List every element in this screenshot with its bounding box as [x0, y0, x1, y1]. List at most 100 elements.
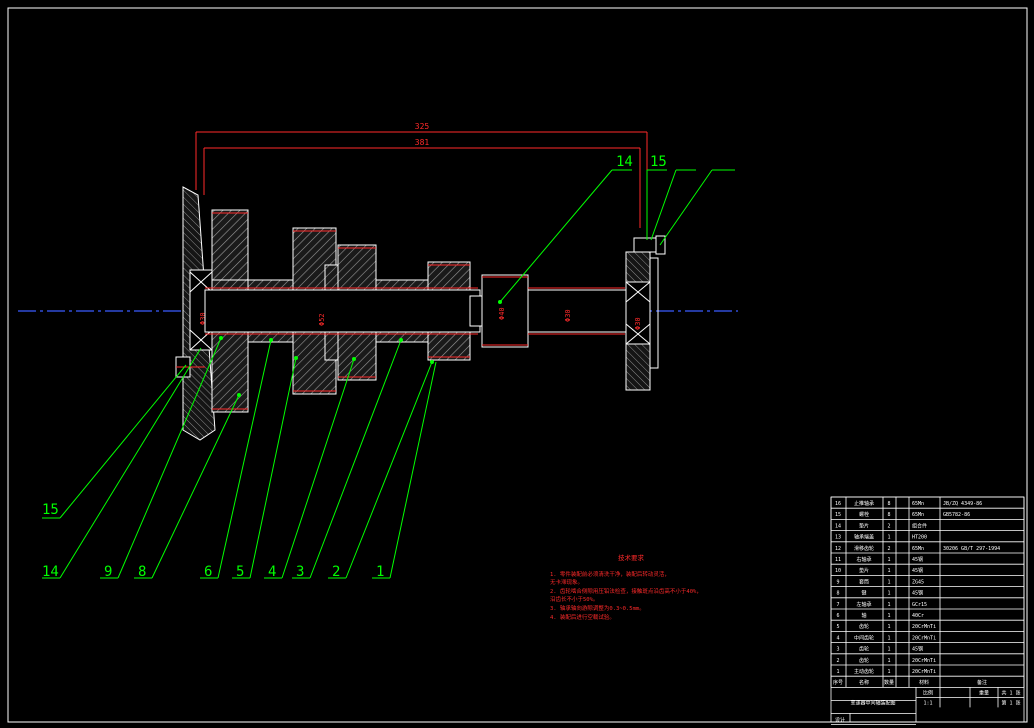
parts-row-qty: 1 [887, 669, 890, 675]
scale-label: 比例 [923, 689, 933, 696]
notes-line-4: 沿齿长不小于50%。 [550, 595, 598, 603]
parts-row-material: GCr15 [912, 602, 927, 608]
parts-row-remark: 30206 GB/T 297-1994 [943, 546, 1000, 552]
parts-list-text: 16 止推轴承 8 65Mn JB/ZQ 4349-8615 螺栓 8 65Mn GB5782-… [833, 500, 1021, 728]
parts-row-no: 7 [836, 602, 839, 608]
sheet-total: 共 1 张 [1001, 689, 1020, 696]
parts-row-name: 螺栓 [859, 511, 869, 518]
parts-row-no: 5 [836, 624, 839, 630]
callout-8: 8 [138, 564, 146, 580]
parts-row-name: 轴承端盖 [854, 534, 874, 541]
parts-row-no: 16 [835, 501, 841, 507]
parts-row-name: 键 [861, 590, 866, 597]
parts-row-name: 滑移齿轮 [854, 545, 874, 552]
notes-line-3: 2. 齿轮啮合侧隙用压铅法检查，接触斑点沿齿高不小于40%， [550, 587, 702, 595]
parts-header-cell: 序号 [833, 679, 843, 686]
parts-row-material: 40Cr [912, 613, 924, 619]
parts-row-qty: 1 [887, 602, 890, 608]
drawing-frame [7, 7, 1028, 723]
parts-header-cell: 名称 [859, 679, 869, 686]
end-cover [649, 257, 659, 369]
parts-row-material: 65Mn [912, 501, 924, 507]
parts-row-remark: GB5782-86 [943, 512, 970, 518]
parts-row-name: 主动齿轮 [854, 668, 874, 675]
parts-row-qty: 1 [887, 535, 890, 541]
parts-header-cell: 数量 [884, 679, 894, 686]
right-bearing [625, 281, 651, 345]
callout-1: 1 [376, 564, 384, 580]
parts-row-name: 齿轮 [859, 646, 869, 653]
parts-row-no: 13 [835, 535, 841, 541]
parts-row-name: 轴 [861, 612, 866, 619]
parts-row-name: 右轴承 [856, 556, 871, 563]
parts-row-name: 止推轴承 [854, 500, 874, 507]
parts-row-qty: 1 [887, 647, 890, 653]
parts-row-name: 套筒 [859, 578, 869, 585]
callout-9: 9 [104, 564, 112, 580]
notes-line-5: 3. 轴承轴向游隙调整为0.3~0.5mm。 [550, 604, 645, 612]
main-shaft [204, 289, 481, 333]
parts-row-name: 齿轮 [859, 623, 869, 630]
right-shaft [527, 289, 629, 333]
callout-10: 14 [42, 564, 59, 580]
parts-row-qty: 1 [887, 624, 890, 630]
parts-row-material: 45钢 [912, 567, 923, 574]
parts-row-material: 45钢 [912, 556, 923, 563]
dim-bore-mid: Φ52 [318, 313, 326, 326]
parts-row-qty: 1 [887, 658, 890, 664]
parts-row-qty: 1 [887, 568, 890, 574]
parts-row-qty: 2 [887, 523, 890, 529]
notes-line-1: 1. 零件装配前必须清洗干净，装配后转动灵活， [550, 570, 670, 578]
dim-bore-sleeve: Φ40 [498, 307, 506, 320]
parts-row-qty: 1 [887, 591, 890, 597]
callout-13: 15 [650, 154, 667, 170]
designer-label: 设计 [835, 716, 845, 723]
parts-row-no: 11 [835, 557, 841, 563]
parts-row-qty: 8 [887, 501, 890, 507]
parts-row-no: 8 [836, 591, 839, 597]
sheet-number: 第 1 张 [1001, 699, 1020, 706]
parts-row-material: 20CrMnTi [912, 635, 936, 641]
parts-row-material: 组合件 [912, 522, 927, 529]
parts-row-name: 垫片 [859, 567, 869, 574]
parts-row-name: 垫片 [859, 522, 869, 529]
parts-row-qty: 1 [887, 557, 890, 563]
technical-notes: 技术要求 1. 零件装配前必须清洗干净，装配后转动灵活， 无卡滞现象。 2. 齿… [550, 553, 702, 621]
parts-row-no: 6 [836, 613, 839, 619]
parts-row-name: 左轴承 [856, 601, 871, 608]
callout-2: 2 [332, 564, 340, 580]
dim-bore-right: Φ30 [634, 317, 642, 330]
parts-row-no: 10 [835, 568, 841, 574]
parts-row-no: 12 [835, 546, 841, 552]
parts-row-material: 65Mn [912, 546, 924, 552]
parts-row-qty: 1 [887, 613, 890, 619]
parts-row-no: 4 [836, 635, 839, 641]
parts-row-no: 14 [835, 523, 841, 529]
callout-6: 6 [204, 564, 212, 580]
parts-row-material: 65Mn [912, 512, 924, 518]
dim-bore-right-shaft: Φ30 [564, 309, 572, 322]
parts-row-no: 9 [836, 579, 839, 585]
parts-header-cell: 材料 [919, 679, 929, 686]
parts-row-no: 3 [836, 647, 839, 653]
parts-header-cell: 备注 [977, 679, 987, 686]
parts-row-remark: JB/ZQ 4349-86 [943, 501, 982, 507]
parts-row-no: 2 [836, 658, 839, 664]
parts-row-qty: 1 [887, 579, 890, 585]
callout-5: 5 [236, 564, 244, 580]
parts-row-material: 20CrMnTi [912, 669, 936, 675]
parts-row-material: 20CrMnTi [912, 624, 936, 630]
callout-3: 3 [296, 564, 304, 580]
notes-line-6: 4. 装配后进行空载试验。 [550, 613, 615, 621]
notes-title: 技术要求 [618, 553, 645, 562]
parts-row-name: 中间齿轮 [854, 634, 874, 641]
parts-row-qty: 2 [887, 546, 890, 552]
parts-row-no: 1 [836, 669, 839, 675]
parts-row-material: 20CrMnTi [912, 658, 936, 664]
dim-overall-label: 325 [415, 122, 430, 131]
dim-inner-label: 381 [415, 138, 430, 147]
parts-row-material: 45钢 [912, 646, 923, 653]
callout-12: 14 [616, 154, 633, 170]
parts-row-no: 15 [835, 512, 841, 518]
callout-4: 4 [268, 564, 276, 580]
